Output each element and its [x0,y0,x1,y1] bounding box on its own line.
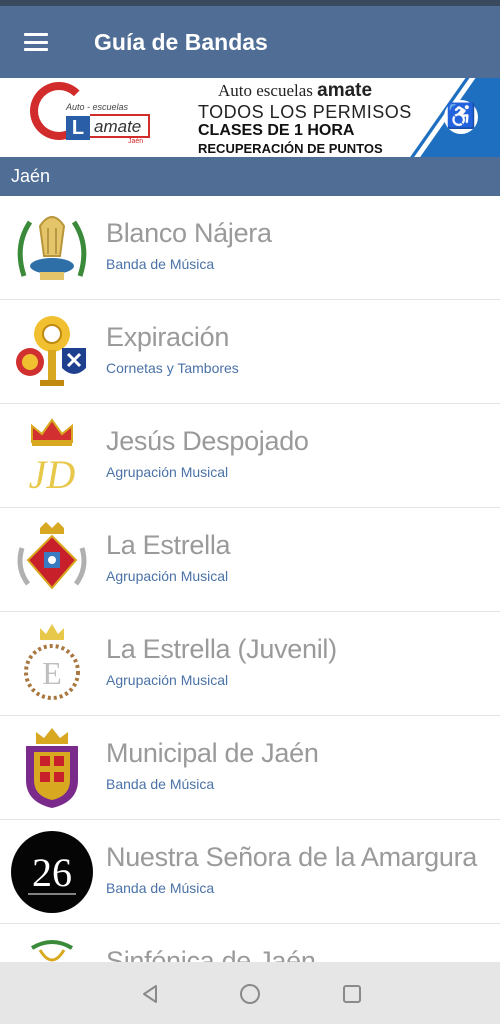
banner-line-1: TODOS LOS PERMISOS [198,102,412,122]
band-item[interactable]: 26 Nuestra Señora de la Amargura Banda d… [0,820,500,924]
band-type: Cornetas y Tambores [106,360,239,376]
logo-word: amate [90,114,150,138]
band-type: Banda de Música [106,776,215,792]
banner-brand-name: amate [317,80,373,101]
app-title: Guía de Bandas [94,28,268,55]
red-star-shield-crest-icon [17,522,87,590]
logo-small-text: Auto - escuelas [66,102,129,112]
banner-line-3: RECUPERACIÓN DE PUNTOS [198,141,383,156]
menu-button[interactable] [0,6,72,78]
banner-line-2: CLASES DE 1 HORA [198,122,355,139]
band-item[interactable]: E La Estrella (Juvenil) Agrupación Music… [0,612,500,716]
band-type: Agrupación Musical [106,568,229,584]
band-name: Blanco Nájera [106,218,272,248]
logo-letter: L [66,116,90,140]
home-button[interactable] [236,980,264,1008]
band-name: La Estrella [106,530,231,560]
system-navigation-bar [0,962,500,1024]
band-item[interactable]: JD Jesús Despojado Agrupación Musical [0,404,500,508]
crown-thorn-wreath-crest-icon: E [24,624,80,700]
svg-text:E: E [42,655,62,691]
section-header: Jaén [0,157,500,196]
band-name: Nuestra Señora de la Amargura [106,842,478,872]
band-type: Banda de Música [106,256,215,272]
hamburger-menu-icon [24,33,48,51]
back-triangle-icon [143,985,157,1003]
lyre-laurel-crest-icon [17,216,87,280]
band-item[interactable]: Expiración Cornetas y Tambores [0,300,500,404]
band-item[interactable]: La Estrella Agrupación Musical [0,508,500,612]
band-type: Agrupación Musical [106,464,229,480]
logo-city: Jaén [128,138,144,145]
app-bar: Guía de Bandas [0,6,500,78]
recents-button[interactable] [338,980,366,1008]
svg-text:JD: JD [29,452,76,497]
band-type: Agrupación Musical [106,672,229,688]
ad-banner[interactable]: Auto - escuelas L amate Jaén Auto escuel… [0,78,500,158]
banner-brand: Auto escuelas amate [218,80,372,102]
band-type: Banda de Música [106,880,215,896]
back-button[interactable] [136,980,164,1008]
banner-brand-prefix: Auto escuelas [218,81,313,100]
band-item[interactable]: Municipal de Jaén Banda de Música [0,716,500,820]
home-circle-icon [240,984,260,1004]
monstrance-shields-crest-icon [16,316,86,386]
crown-jd-monogram-icon: JD [29,418,76,497]
recents-square-icon [343,985,361,1003]
band-item[interactable]: Sinfónica de Jaén [0,924,500,962]
band-item[interactable]: Blanco Nájera Banda de Música [0,196,500,300]
wheelchair-icon: ♿ [444,100,478,134]
band-list[interactable]: Blanco Nájera Banda de Música Expiración… [0,196,500,962]
band-name: Sinfónica de Jaén [106,946,316,962]
band-name: Jesús Despojado [106,426,309,456]
lyre-crest-icon [30,940,74,962]
jaen-coat-of-arms-icon [26,728,78,808]
svg-text:26: 26 [32,850,72,895]
band-name: Expiración [106,322,230,352]
band-name: Municipal de Jaén [106,738,319,768]
black-circle-26-logo-icon: 26 [11,831,93,913]
band-name: La Estrella (Juvenil) [106,634,337,664]
